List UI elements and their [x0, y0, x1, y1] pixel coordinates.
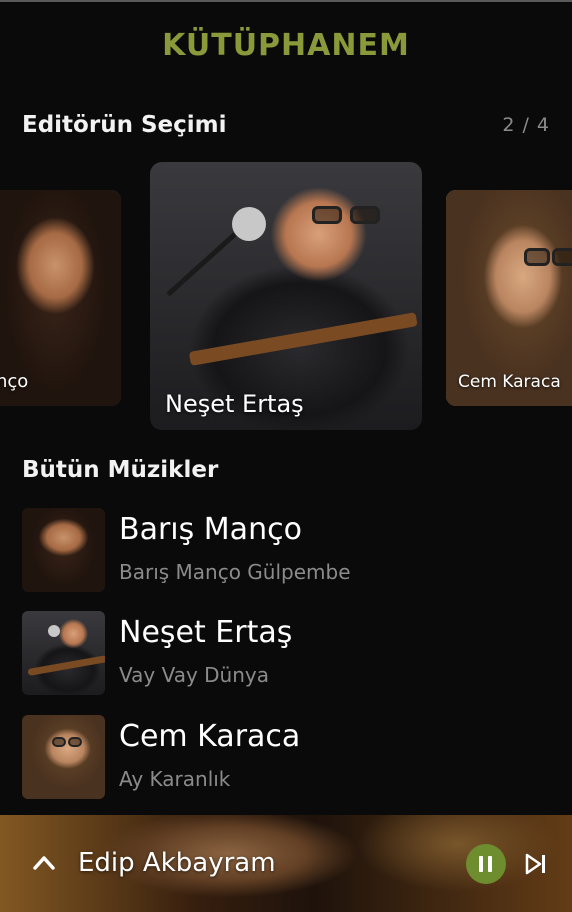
track-thumbnail	[22, 611, 105, 695]
track-artist: Neşet Ertaş	[119, 615, 293, 650]
pause-icon-bar	[488, 856, 492, 872]
track-artist: Cem Karaca	[119, 719, 301, 754]
track-row[interactable]: Barış Manço Barış Manço Gülpembe	[22, 508, 552, 592]
track-thumbnail	[22, 715, 105, 799]
carousel-card-cem-karaca[interactable]: Cem Karaca	[446, 190, 572, 406]
track-thumbnail	[22, 508, 105, 592]
pause-button[interactable]	[466, 844, 506, 884]
carousel-pager: 2 / 4	[502, 114, 550, 136]
track-row[interactable]: Neşet Ertaş Vay Vay Dünya	[22, 611, 552, 695]
mini-player[interactable]: Edip Akbayram	[0, 815, 572, 912]
track-song: Ay Karanlık	[119, 767, 231, 791]
carousel-card-baris-manco[interactable]: nço	[0, 190, 121, 406]
carousel-card-neset-ertas[interactable]: Neşet Ertaş	[150, 162, 422, 430]
track-artist: Barış Manço	[119, 512, 302, 547]
pause-icon	[479, 856, 483, 872]
status-divider	[0, 0, 572, 2]
now-playing-title: Edip Akbayram	[78, 848, 276, 878]
carousel-card-label: nço	[0, 371, 29, 392]
page-title: KÜTÜPHANEM	[162, 28, 410, 63]
track-song: Barış Manço Gülpembe	[119, 560, 351, 584]
all-music-heading: Bütün Müzikler	[22, 457, 219, 483]
carousel-card-label: Neşet Ertaş	[165, 390, 304, 418]
carousel-card-label: Cem Karaca	[458, 372, 561, 392]
editor-picks-heading: Editörün Seçimi	[22, 112, 227, 138]
track-row[interactable]: Cem Karaca Ay Karanlık	[22, 715, 552, 799]
track-song: Vay Vay Dünya	[119, 663, 269, 687]
skip-next-icon[interactable]	[525, 852, 547, 876]
chevron-up-icon[interactable]	[33, 852, 55, 874]
